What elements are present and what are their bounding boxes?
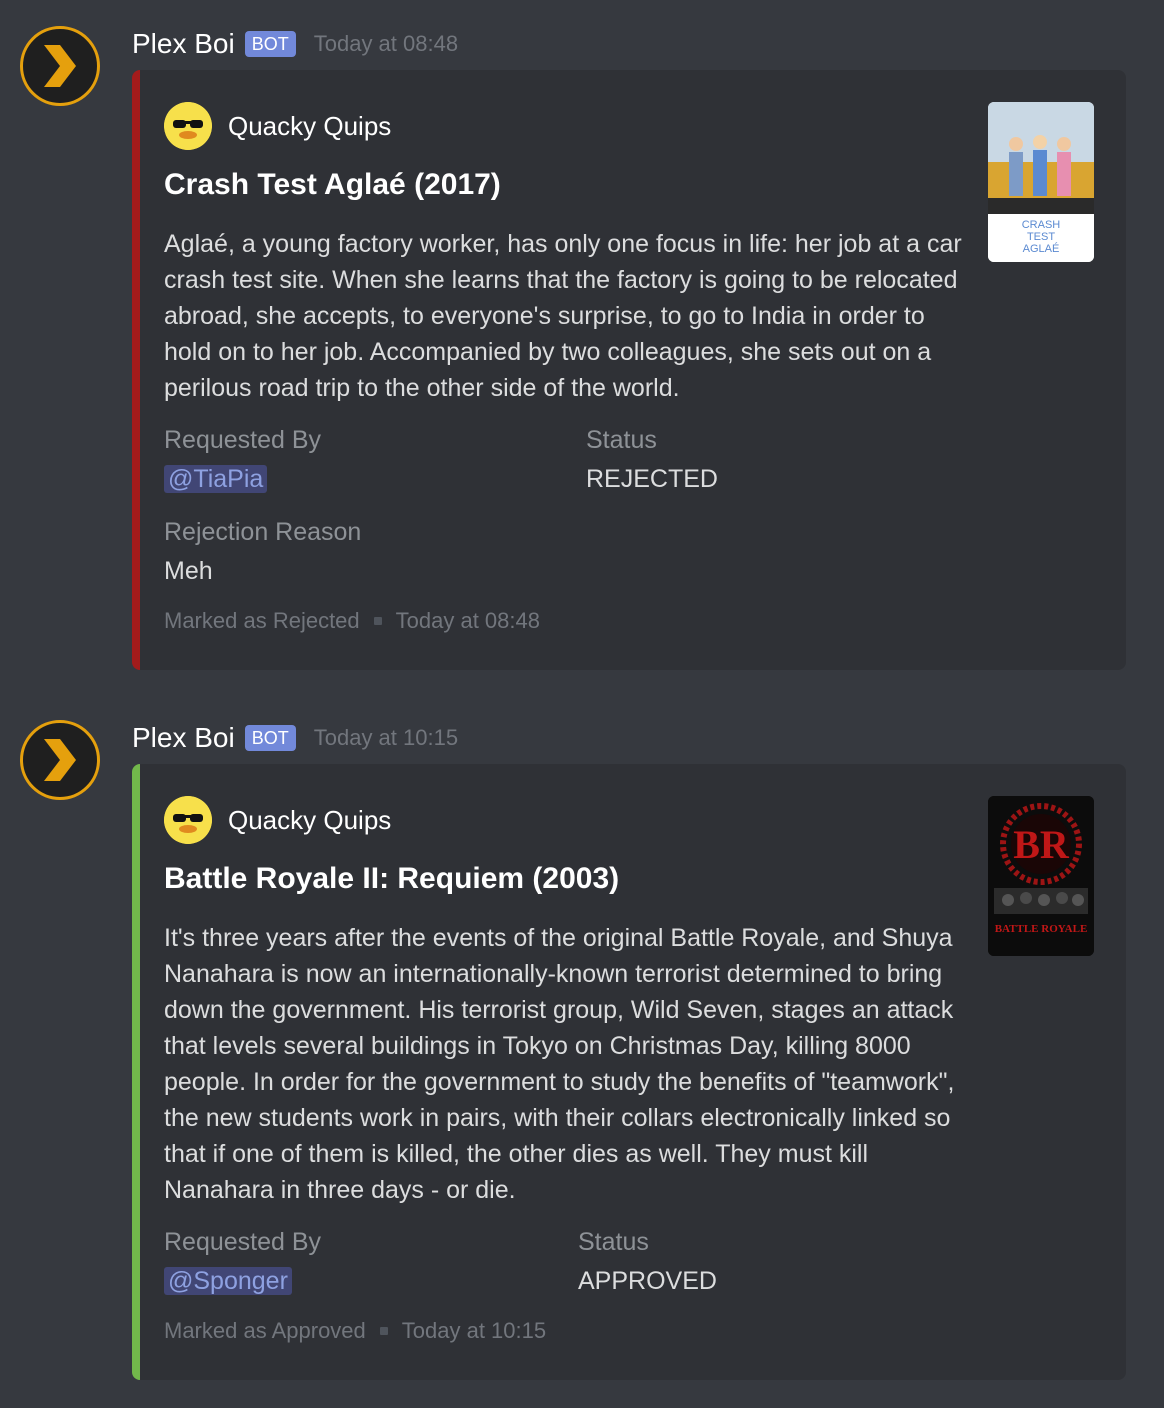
bot-tag: BOT — [244, 725, 296, 751]
requested-by-label: Requested By — [164, 426, 322, 454]
duck-sunglasses-icon — [164, 102, 212, 150]
footer-timestamp: Today at 10:15 — [401, 1318, 547, 1343]
embed-author-name[interactable]: Quacky Quips — [228, 111, 391, 142]
bot-avatar[interactable] — [20, 26, 100, 106]
movie-poster-thumbnail[interactable]: BR BATTLE ROYALE — [988, 796, 1094, 956]
username[interactable]: Plex Boi — [132, 28, 235, 60]
plex-chevron-icon — [44, 739, 76, 781]
embed-description: Aglaé, a young factory worker, has only … — [164, 230, 962, 402]
poster-title-line-2: TEST — [1027, 231, 1055, 243]
requested-by-label: Requested By — [164, 1228, 322, 1256]
embed-author: Quacky Quips — [164, 796, 391, 844]
embed-card: Quacky Quips Crash Test Aglaé (2017) Agl… — [132, 70, 1126, 670]
message-header: Plex Boi BOT Today at 10:15 — [132, 718, 458, 758]
rejection-reason-label: Rejection Reason — [164, 518, 362, 546]
footer-separator — [373, 617, 382, 625]
embed-card: Quacky Quips Battle Royale II: Requiem (… — [132, 764, 1126, 1380]
poster-logo: BR — [1013, 822, 1070, 867]
bot-tag: BOT — [244, 31, 296, 57]
bot-avatar[interactable] — [20, 720, 100, 800]
status-label: Status — [578, 1228, 649, 1256]
embed-footer: Marked as Rejected Today at 08:48 — [164, 608, 540, 634]
poster-title-line-3: AGLAÉ — [1023, 242, 1060, 255]
footer-separator — [379, 1327, 388, 1335]
embed-title[interactable]: Crash Test Aglaé (2017) — [164, 168, 501, 202]
requester-mention[interactable]: @Sponger — [164, 1267, 292, 1295]
footer-timestamp: Today at 08:48 — [395, 608, 540, 633]
footer-text: Marked as Approved — [164, 1318, 366, 1343]
status-value: REJECTED — [586, 465, 718, 493]
embed-author-name[interactable]: Quacky Quips — [228, 805, 391, 836]
rejection-reason-value: Meh — [164, 557, 213, 585]
embed-footer: Marked as Approved Today at 10:15 — [164, 1318, 546, 1344]
embed-author: Quacky Quips — [164, 102, 391, 150]
embed-description: It's three years after the events of the… — [164, 924, 955, 1204]
requester-mention[interactable]: @TiaPia — [164, 465, 268, 493]
footer-text: Marked as Rejected — [164, 608, 360, 633]
plex-chevron-icon — [44, 45, 76, 87]
message-timestamp[interactable]: Today at 10:15 — [314, 725, 458, 751]
username[interactable]: Plex Boi — [132, 722, 235, 754]
embed-title[interactable]: Battle Royale II: Requiem (2003) — [164, 862, 619, 896]
duck-sunglasses-icon — [164, 796, 212, 844]
status-value: APPROVED — [578, 1267, 717, 1295]
message-header: Plex Boi BOT Today at 08:48 — [132, 24, 458, 64]
movie-poster-thumbnail[interactable]: CRASH TEST AGLAÉ — [988, 102, 1094, 262]
poster-title: BATTLE ROYALE — [995, 923, 1088, 935]
status-label: Status — [586, 426, 657, 454]
message-timestamp[interactable]: Today at 08:48 — [314, 31, 458, 57]
poster-title-line-1: CRASH — [1022, 219, 1061, 231]
